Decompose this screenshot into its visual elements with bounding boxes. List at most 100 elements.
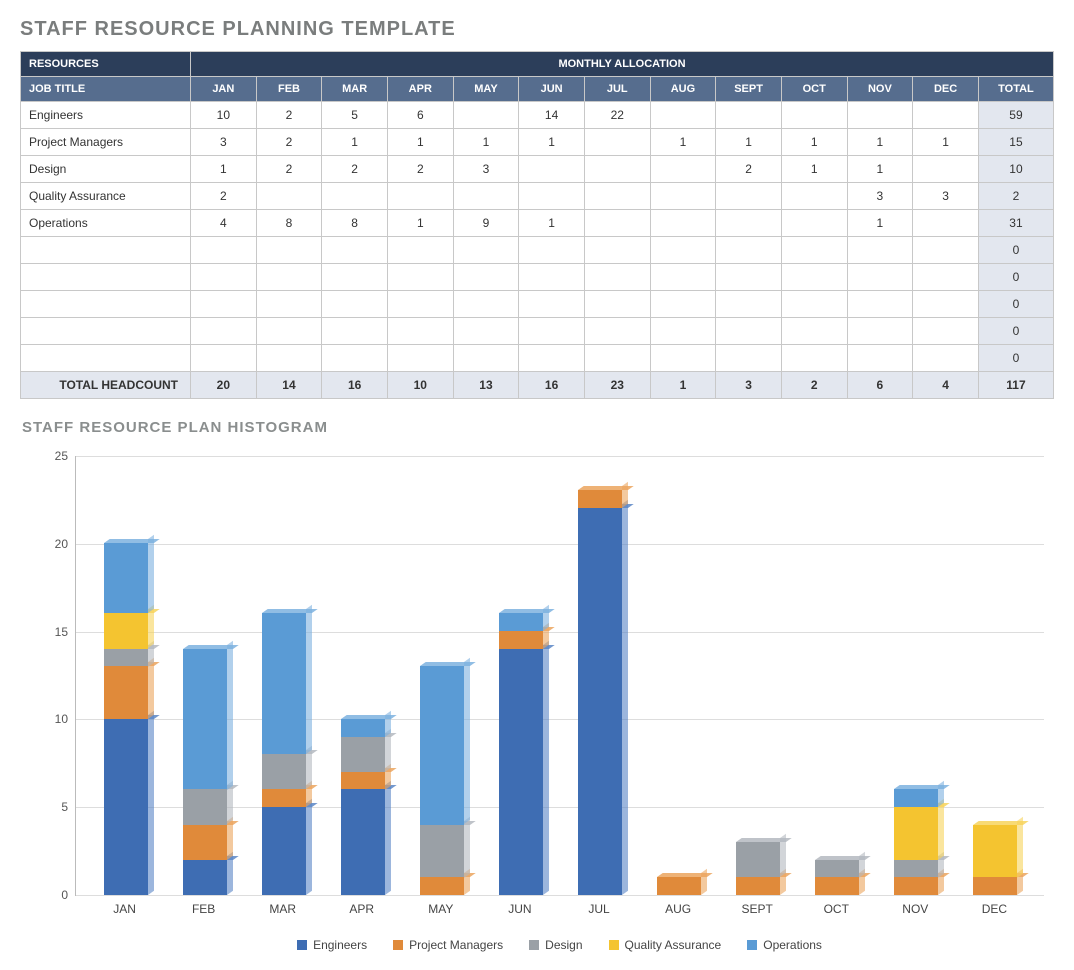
cell [256,318,322,345]
cell: 1 [847,129,913,156]
cell [650,318,716,345]
table-row: Operations488191131 [21,210,1054,237]
cell [913,291,979,318]
bar-segment [183,649,227,790]
bar-segment [499,649,543,895]
bar-segment [894,877,938,895]
cell [519,345,585,372]
cell [584,345,650,372]
cell [716,345,782,372]
header-job-title: JOB TITLE [21,77,191,102]
y-tick: 0 [38,888,68,902]
cell [781,345,847,372]
legend-operations: Operations [763,938,822,952]
bar-column [183,649,227,895]
cell: 1 [781,129,847,156]
cell [191,318,257,345]
bar-segment [104,649,148,667]
cell [650,237,716,264]
table-row: 0 [21,237,1054,264]
row-label: Design [21,156,191,183]
cell: 14 [519,102,585,129]
header-resources: RESOURCES [21,52,191,77]
cell [387,318,453,345]
cell [322,318,388,345]
bar-segment [420,877,464,895]
table-row: 0 [21,318,1054,345]
cell: 2 [256,102,322,129]
bar-segment [341,772,385,790]
cell [716,210,782,237]
bar-segment [183,825,227,860]
bar-segment [420,666,464,824]
bar-column [420,666,464,895]
legend-quality-assurance: Quality Assurance [625,938,722,952]
row-label [21,291,191,318]
bar-segment [183,860,227,895]
table-row: 0 [21,291,1054,318]
bar-segment [262,807,306,895]
cell: 2 [322,156,388,183]
cell: 2 [256,156,322,183]
cell [584,183,650,210]
bar-segment [657,877,701,895]
cell [322,183,388,210]
cell [716,183,782,210]
bar-column [499,613,543,895]
cell: 5 [322,102,388,129]
cell: 1 [387,129,453,156]
cell [322,291,388,318]
cell: 3 [453,156,519,183]
cell [519,237,585,264]
row-total: 0 [978,318,1053,345]
row-label [21,264,191,291]
cell [650,345,716,372]
cell [322,237,388,264]
x-tick: JUL [577,902,621,916]
bar-segment [973,877,1017,895]
cell: 1 [322,129,388,156]
cell [584,156,650,183]
cell [847,264,913,291]
cell [781,318,847,345]
bar-segment [262,754,306,789]
cell [453,102,519,129]
table-row: Quality Assurance2332 [21,183,1054,210]
bar-segment [341,789,385,895]
bar-segment [815,860,859,878]
bar-segment [104,666,148,719]
cell [519,264,585,291]
cell [584,291,650,318]
footer-cell: 4 [913,372,979,399]
bar-segment [262,789,306,807]
cell: 1 [453,129,519,156]
cell: 1 [716,129,782,156]
footer-cell: 6 [847,372,913,399]
chart-title: STAFF RESOURCE PLAN HISTOGRAM [22,419,1054,436]
cell [584,237,650,264]
footer-label: TOTAL HEADCOUNT [21,372,191,399]
cell: 6 [387,102,453,129]
x-tick: DEC [972,902,1016,916]
bar-column [262,613,306,895]
cell [781,237,847,264]
legend-project-managers: Project Managers [409,938,503,952]
total-row: TOTAL HEADCOUNT2014161013162313264117 [21,372,1054,399]
footer-cell: 16 [322,372,388,399]
header-month: NOV [847,77,913,102]
cell [322,264,388,291]
footer-cell: 14 [256,372,322,399]
header-month: FEB [256,77,322,102]
cell [650,291,716,318]
bar-segment [183,789,227,824]
chart: 0510152025 JANFEBMARAPRMAYJUNJULAUGSEPTO… [20,446,1054,952]
footer-cell: 16 [519,372,585,399]
cell: 2 [191,183,257,210]
cell [913,102,979,129]
allocation-table: RESOURCESMONTHLY ALLOCATIONJOB TITLEJANF… [20,51,1054,399]
cell: 3 [913,183,979,210]
cell: 2 [387,156,453,183]
cell [191,345,257,372]
x-tick: SEPT [735,902,779,916]
cell: 10 [191,102,257,129]
